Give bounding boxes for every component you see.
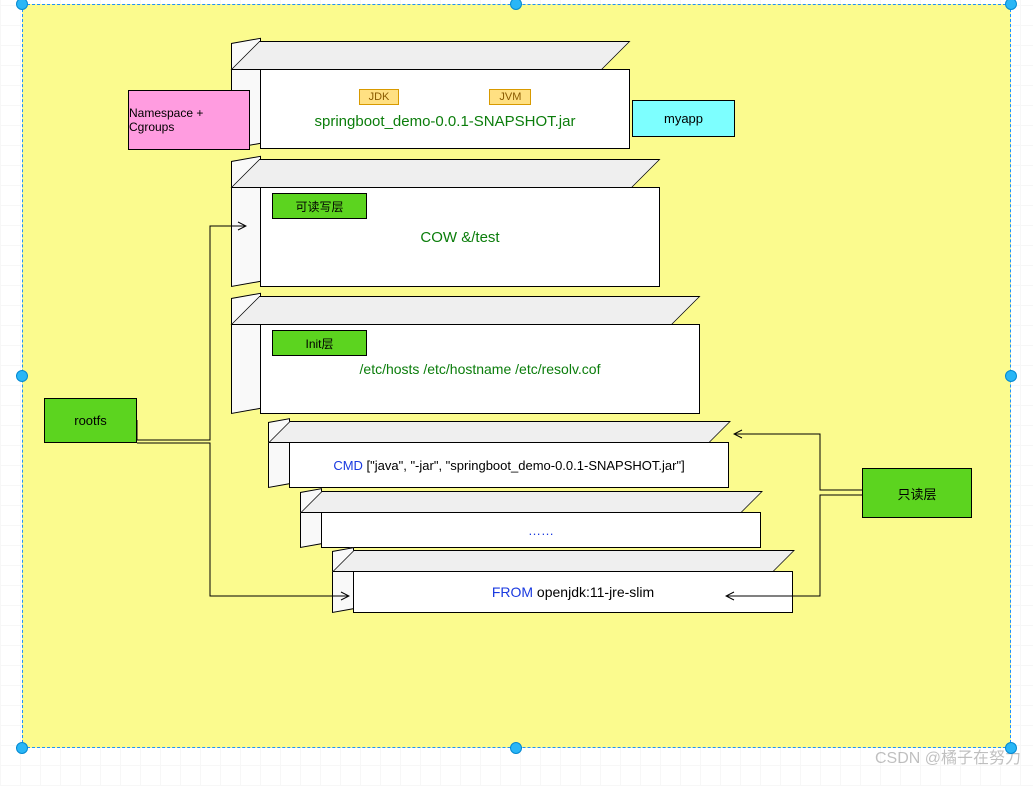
- tag-jdk: JDK: [359, 89, 400, 105]
- handle-sw[interactable]: [16, 742, 28, 754]
- dots-text: ……: [528, 523, 554, 538]
- layer-top-front: JDK JVM springboot_demo-0.0.1-SNAPSHOT.j…: [260, 69, 630, 149]
- canvas: JDK JVM springboot_demo-0.0.1-SNAPSHOT.j…: [0, 0, 1033, 786]
- from-args: openjdk:11-jre-slim: [533, 584, 654, 600]
- handle-s[interactable]: [510, 742, 522, 754]
- label-readonly: 只读层: [862, 468, 972, 518]
- tab-init: Init层: [272, 330, 367, 356]
- label-myapp: myapp: [632, 100, 735, 137]
- tag-jvm: JVM: [489, 89, 531, 105]
- handle-e[interactable]: [1005, 370, 1017, 382]
- layer-top-text: springboot_demo-0.0.1-SNAPSHOT.jar: [315, 113, 576, 130]
- cmd-keyword: CMD: [333, 458, 363, 473]
- label-rootfs: rootfs: [44, 398, 137, 443]
- layer-from-front: FROM openjdk:11-jre-slim: [353, 571, 793, 613]
- layer-rw-text: COW &/test: [420, 229, 499, 246]
- handle-w[interactable]: [16, 370, 28, 382]
- layer-cmd-front: CMD ["java", "-jar", "springboot_demo-0.…: [289, 442, 729, 488]
- handle-se[interactable]: [1005, 742, 1017, 754]
- tab-rw: 可读写层: [272, 193, 367, 219]
- layer-dots-front: ……: [321, 512, 761, 548]
- watermark: CSDN @橘子在努力: [875, 744, 1021, 768]
- handle-ne[interactable]: [1005, 0, 1017, 10]
- label-namespace: Namespace + Cgroups: [128, 90, 250, 150]
- layer-init-text: /etc/hosts /etc/hostname /etc/resolv.cof: [360, 361, 601, 377]
- from-keyword: FROM: [492, 584, 533, 600]
- cmd-args: ["java", "-jar", "springboot_demo-0.0.1-…: [363, 458, 685, 473]
